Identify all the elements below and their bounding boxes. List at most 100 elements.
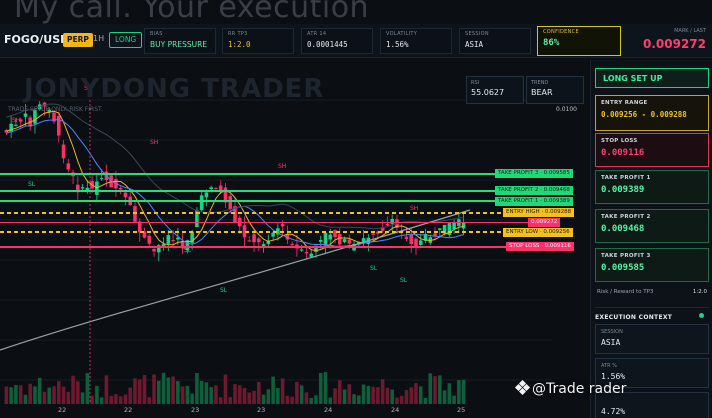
- candle-body: [80, 187, 85, 189]
- x-tick: 23: [257, 406, 266, 414]
- volume-bar: [95, 385, 99, 404]
- tp2-line: [0, 190, 552, 192]
- volume-bar: [147, 397, 152, 404]
- volume-bar: [376, 387, 380, 404]
- volume-bar: [457, 379, 461, 404]
- x-tick: 24: [391, 406, 400, 414]
- volume-bar: [133, 378, 137, 404]
- volume-bar: [447, 383, 452, 404]
- volume-bar: [304, 392, 309, 404]
- mark-price: MARK / LAST 0.009272: [643, 28, 706, 51]
- volume-bar: [52, 386, 56, 404]
- perp-badge: PERP: [63, 33, 93, 47]
- swing-high-marker: SH: [12, 117, 20, 124]
- candle-body: [404, 236, 409, 239]
- volume-bar: [161, 372, 166, 404]
- rsi-value: 55.0627: [471, 88, 505, 97]
- stat-rr: RR TP3 1:2.0: [222, 28, 294, 54]
- volume-bar: [418, 386, 423, 404]
- volume-bar: [333, 388, 337, 404]
- stat-value: 1:2.0: [228, 40, 251, 49]
- volume-bar: [209, 387, 213, 404]
- time-axis[interactable]: [0, 404, 588, 418]
- watermark: JONYDONG TRADER: [24, 74, 325, 104]
- stat-volatility: VOLATILITY 1.56%: [380, 28, 452, 54]
- volume-bar: [252, 390, 256, 404]
- volume-bar: [361, 384, 366, 404]
- candle-body: [14, 124, 18, 126]
- timeframe-label[interactable]: 1H: [93, 34, 104, 43]
- channel-brand: @Trade rader: [514, 379, 626, 397]
- entry-range-card: ENTRY RANGE 0.009256 - 0.009288: [595, 95, 709, 131]
- candle-body: [247, 240, 252, 242]
- volume-bar: [433, 376, 437, 404]
- stat-value: BUY PRESSURE: [150, 40, 208, 49]
- volume-bar: [461, 379, 466, 404]
- volume-bar: [233, 384, 237, 404]
- tp3-tag: TAKE PROFIT 3 · 0.009585: [495, 169, 573, 178]
- mark-value: 0.009272: [642, 37, 706, 51]
- extra-stat-value: 4.72%: [601, 407, 626, 416]
- price-axis-label: 0.0100: [556, 106, 577, 113]
- candle-body: [418, 240, 423, 245]
- risk-reward-value: 1:2.0: [692, 289, 707, 295]
- stat-label: SESSION: [465, 31, 489, 37]
- tp1-line: [0, 200, 552, 202]
- candle-body: [280, 223, 285, 227]
- candle-body: [385, 224, 390, 226]
- volume-bar: [266, 389, 271, 404]
- volume-bar: [385, 387, 390, 404]
- volume-bar: [276, 388, 280, 404]
- volume-bar: [318, 373, 323, 404]
- tp2-tag: TAKE PROFIT 2 · 0.009468: [495, 186, 573, 195]
- volume-bar: [118, 396, 123, 404]
- volume-bar: [195, 373, 199, 404]
- volume-bar: [404, 390, 409, 404]
- x-tick: 22: [58, 406, 67, 414]
- entry-low-tag: ENTRY LOW · 0.009256: [503, 228, 573, 237]
- volume-bar: [247, 392, 252, 404]
- swing-low-marker: SL: [28, 181, 36, 188]
- candle-body: [257, 238, 261, 243]
- volume-bar: [438, 375, 442, 404]
- candle-body: [252, 234, 256, 243]
- candle-body: [152, 249, 156, 252]
- last-price-line: [0, 222, 552, 223]
- stat-label: RR TP3: [228, 31, 248, 37]
- volume-bar: [285, 395, 290, 404]
- stat-label: ATR 14: [307, 31, 327, 37]
- swing-low-marker: SL: [370, 265, 378, 272]
- risk-reward-label: Risk / Reward to TP3: [597, 289, 654, 295]
- candle-body: [342, 239, 347, 243]
- volume-bar: [242, 388, 247, 404]
- candle-body: [323, 232, 328, 246]
- candle-body: [99, 177, 104, 179]
- entry-high-line: [0, 212, 552, 214]
- headline: My call. Your execution: [14, 0, 370, 25]
- entry-low-line: [0, 231, 552, 233]
- candle-body: [66, 163, 71, 170]
- volume-bar: [33, 386, 37, 404]
- volume-bar: [199, 380, 204, 404]
- volume-bar: [218, 397, 223, 404]
- volume-bar: [80, 392, 85, 404]
- tp1-label: TAKE PROFIT 1: [601, 175, 651, 181]
- price-chart[interactable]: SH SH SH SH SH SL SL SL SL SL: [0, 60, 588, 418]
- volume-bar: [137, 379, 142, 404]
- volume-bar: [347, 384, 352, 404]
- x-tick: 23: [191, 406, 200, 414]
- volume-bar: [109, 395, 113, 404]
- candle-body: [438, 228, 442, 230]
- stat-value: 1.56%: [386, 40, 409, 49]
- volume-bar: [28, 383, 32, 404]
- candle-body: [452, 222, 456, 230]
- volume-bar: [85, 373, 90, 404]
- session-value: ASIA: [601, 338, 621, 347]
- volume-bar: [280, 378, 285, 404]
- volume-bar: [257, 381, 261, 404]
- swing-high-marker: SH: [278, 163, 286, 170]
- trend-box: TREND BEAR: [526, 76, 584, 104]
- volume-bar: [166, 377, 171, 404]
- session-label: SESSION: [601, 329, 623, 335]
- stat-bias: BIAS BUY PRESSURE: [144, 28, 216, 54]
